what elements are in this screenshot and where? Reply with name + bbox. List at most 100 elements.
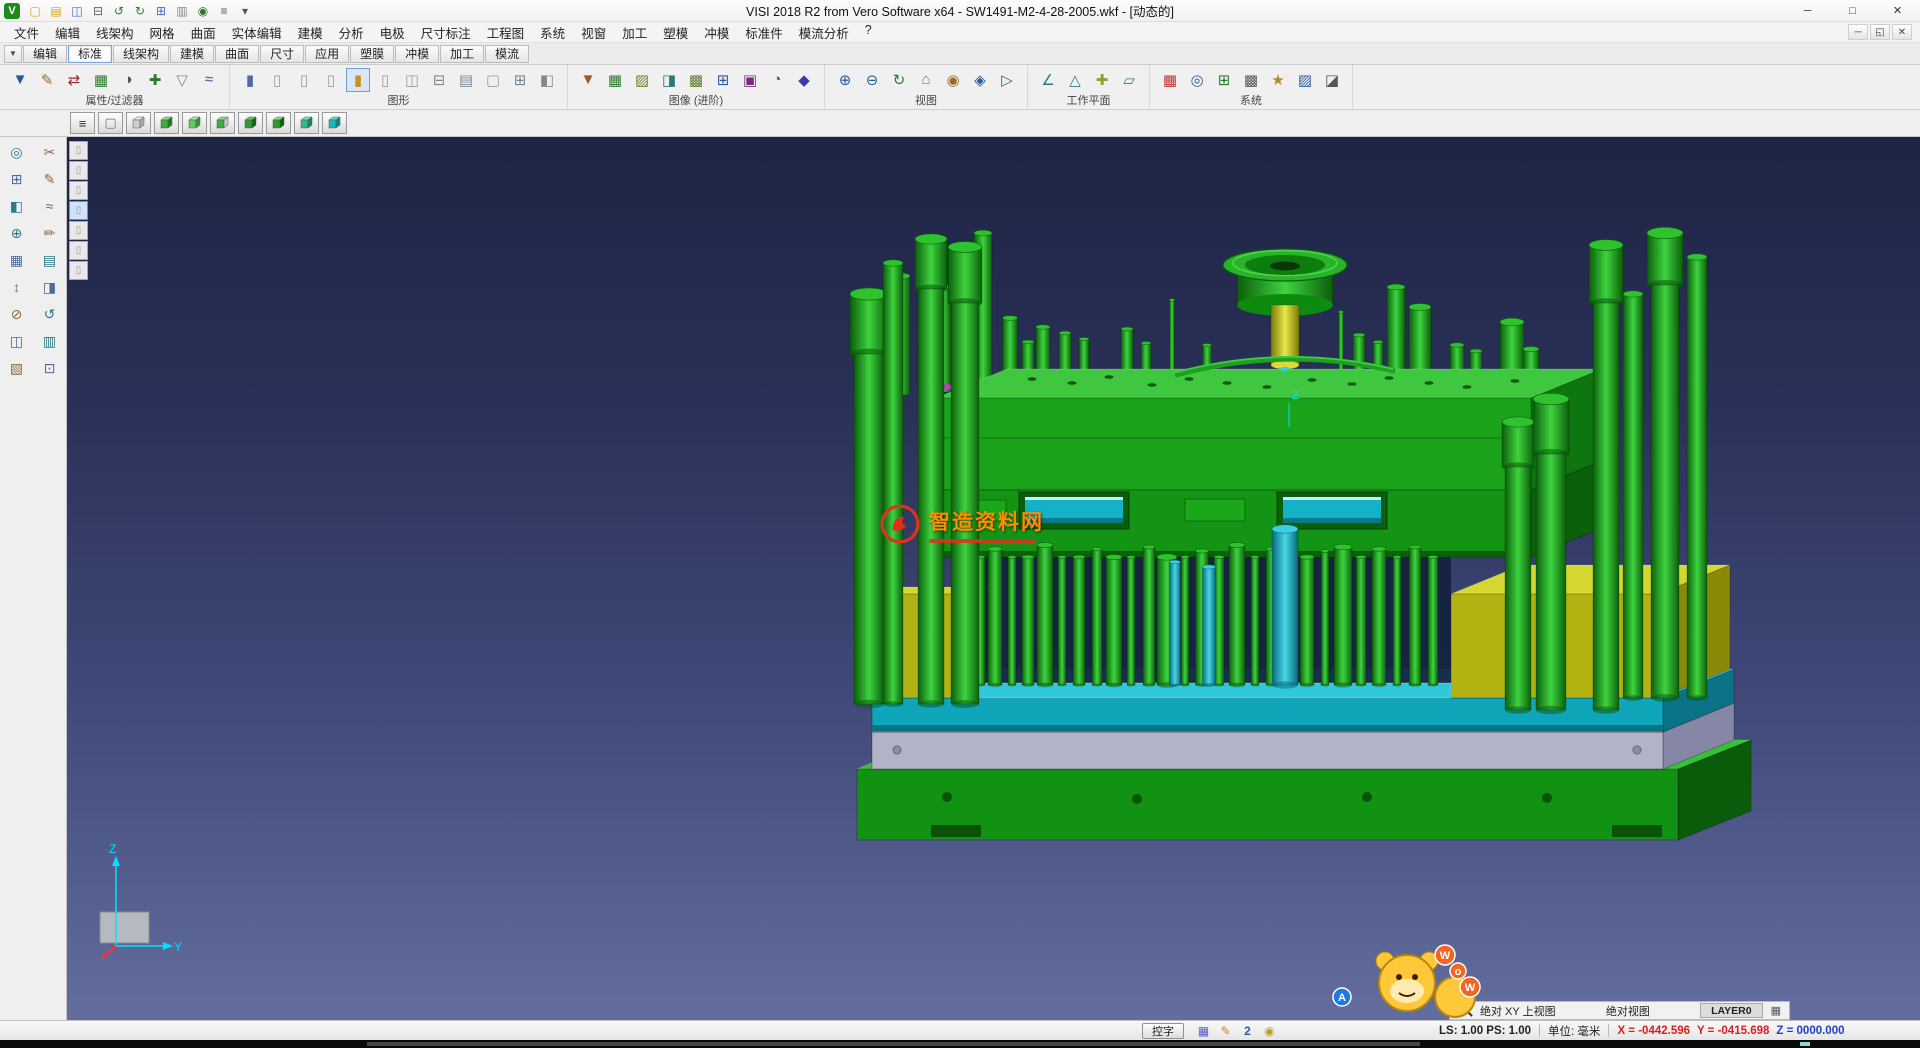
gem-render-icon[interactable]: ◆ (792, 68, 816, 92)
eyedropper-icon[interactable]: ✎ (35, 68, 59, 92)
menu-item-4[interactable]: 网格 (142, 21, 183, 44)
menu-item-9[interactable]: 电极 (372, 21, 413, 44)
highlight-cylinder-icon[interactable]: ▮ (346, 68, 370, 92)
tab-4[interactable]: 建模 (170, 45, 214, 63)
profile-cylinder-icon-2[interactable]: ▯ (292, 68, 316, 92)
bullseye-icon[interactable]: ◎ (1185, 68, 1209, 92)
rotate-view-icon[interactable]: ↻ (887, 68, 911, 92)
settings-list-icon[interactable]: ≡ (214, 2, 234, 20)
doc-minimize-button[interactable]: ─ (1848, 24, 1868, 40)
menu-item-19[interactable]: ? (857, 21, 880, 44)
tab-3[interactable]: 线架构 (113, 45, 169, 63)
move-vertical-icon[interactable]: ↕ (4, 276, 30, 298)
copy-icon[interactable]: ⊞ (151, 2, 171, 20)
profile-cylinder-icon-1[interactable]: ▯ (265, 68, 289, 92)
shade-pattern-icon[interactable]: ▧ (4, 357, 30, 379)
more-dropdown-icon[interactable]: ▾ (235, 2, 255, 20)
half-page-icon[interactable]: ◧ (535, 68, 559, 92)
snap-toggle-button[interactable]: 控字 (1142, 1023, 1184, 1039)
mesh-grid-icon[interactable]: ▦ (4, 249, 30, 271)
home-view-icon[interactable]: ⌂ (914, 68, 938, 92)
menu-item-18[interactable]: 模流分析 (791, 21, 857, 44)
database-cylinder-icon[interactable]: ▮ (238, 68, 262, 92)
triangle-plane-icon[interactable]: △ (1063, 68, 1087, 92)
color-grid-icon[interactable]: ▦ (1158, 68, 1182, 92)
attr-dropdown-icon[interactable]: ▼ (8, 68, 32, 92)
hatch-fill-icon[interactable]: ▥ (37, 330, 63, 352)
window-grid-icon[interactable]: ⊞ (1212, 68, 1236, 92)
diamond-view-icon[interactable]: ◈ (968, 68, 992, 92)
diagonal-grid-icon[interactable]: ▨ (1293, 68, 1317, 92)
play-view-icon[interactable]: ▷ (995, 68, 1019, 92)
paste-icon[interactable]: ▥ (172, 2, 192, 20)
add-filter-icon[interactable]: ✚ (143, 68, 167, 92)
list-page-icon[interactable]: ▤ (454, 68, 478, 92)
shading-mode-icon[interactable]: ▨ (630, 68, 654, 92)
new-document-icon[interactable]: ▢ (25, 2, 45, 20)
shaded-cube-icon[interactable] (154, 112, 179, 134)
profile-cylinder-icon-3[interactable]: ▯ (319, 68, 343, 92)
mixed-cube-icon[interactable] (210, 112, 235, 134)
angle-plane-icon[interactable]: ∠ (1036, 68, 1060, 92)
doc-close-button[interactable]: ✕ (1892, 24, 1912, 40)
swap-attributes-icon[interactable]: ⇄ (62, 68, 86, 92)
menu-item-16[interactable]: 冲模 (696, 21, 737, 44)
minus-box-icon[interactable]: ⊟ (427, 68, 451, 92)
menu-item-11[interactable]: 工程图 (479, 21, 533, 44)
wireframe-cube-icon[interactable] (126, 112, 151, 134)
viewport-3d[interactable]: Z ▯▯▯▯▯▯▯ 智造资料网 ZY (67, 137, 1920, 1020)
delete-null-icon[interactable]: ⊘ (4, 303, 30, 325)
help-2-icon[interactable]: 2 (1238, 1023, 1257, 1039)
add-plane-icon[interactable]: ✚ (1090, 68, 1114, 92)
sketch-pen-icon[interactable]: ✎ (37, 168, 63, 190)
tab-1[interactable]: 编辑 (23, 45, 67, 63)
card-pair-icon[interactable]: ◫ (400, 68, 424, 92)
quarter-shade-icon[interactable]: ◔ (765, 68, 789, 92)
undo-arrow-icon[interactable]: ↺ (37, 303, 63, 325)
halftone-filter-icon[interactable]: ◑ (116, 68, 140, 92)
corner-shade-icon[interactable]: ◪ (1320, 68, 1344, 92)
clip-plane-button-4[interactable]: ▯ (69, 201, 88, 220)
menu-item-15[interactable]: 塑模 (655, 21, 696, 44)
grid-plus-icon[interactable]: ⊞ (711, 68, 735, 92)
tab-6[interactable]: 尺寸 (260, 45, 304, 63)
edit-note-icon[interactable]: ✎ (1216, 1023, 1235, 1039)
clip-plane-button-1[interactable]: ▯ (69, 141, 88, 160)
clip-plane-button-7[interactable]: ▯ (69, 261, 88, 280)
tab-2[interactable]: 标准 (68, 45, 112, 63)
select-filter-icon[interactable]: ◎ (4, 141, 30, 163)
input-mode-icon[interactable]: ▦ (1194, 1023, 1213, 1039)
half-shade-icon[interactable]: ◧ (4, 195, 30, 217)
plus-grid-icon[interactable]: ⊞ (508, 68, 532, 92)
curve-smooth-icon[interactable]: ≈ (37, 195, 63, 217)
blank-view-icon[interactable]: ▢ (98, 112, 123, 134)
grid-snap-icon[interactable]: ⊞ (4, 168, 30, 190)
target-snap-icon[interactable]: ◉ (1260, 1023, 1279, 1039)
print-icon[interactable]: ⊟ (88, 2, 108, 20)
filter-grid-icon[interactable]: ▦ (89, 68, 113, 92)
clip-plane-button-3[interactable]: ▯ (69, 181, 88, 200)
clip-plane-button-2[interactable]: ▯ (69, 161, 88, 180)
render-cube-icon[interactable] (322, 112, 347, 134)
pattern-fill-icon[interactable]: ▩ (684, 68, 708, 92)
image-dropdown-icon[interactable]: ▼ (576, 68, 600, 92)
layer-stack-icon[interactable]: ▤ (37, 249, 63, 271)
wave-tolerance-icon[interactable]: ≈ (197, 68, 221, 92)
tab-7[interactable]: 应用 (305, 45, 349, 63)
clip-plane-button-6[interactable]: ▯ (69, 241, 88, 260)
redo-icon[interactable]: ↻ (130, 2, 150, 20)
target-view-icon[interactable]: ◉ (941, 68, 965, 92)
capture-icon[interactable]: ◉ (193, 2, 213, 20)
edge-cube-icon[interactable] (266, 112, 291, 134)
boxed-plus-icon[interactable]: ⊡ (37, 357, 63, 379)
light-shaded-cube-icon[interactable] (182, 112, 207, 134)
menu-item-3[interactable]: 线架构 (88, 21, 142, 44)
texture-grid-icon[interactable]: ▦ (603, 68, 627, 92)
tab-10[interactable]: 加工 (440, 45, 484, 63)
clip-plane-button-5[interactable]: ▯ (69, 221, 88, 240)
menu-item-13[interactable]: 视窗 (573, 21, 614, 44)
menu-item-1[interactable]: 文件 (6, 21, 47, 44)
doc-restore-button[interactable]: ◱ (1870, 24, 1890, 40)
dark-shaded-cube-icon[interactable] (238, 112, 263, 134)
grid-toggle-icon[interactable]: ▦ (1771, 1004, 1781, 1017)
